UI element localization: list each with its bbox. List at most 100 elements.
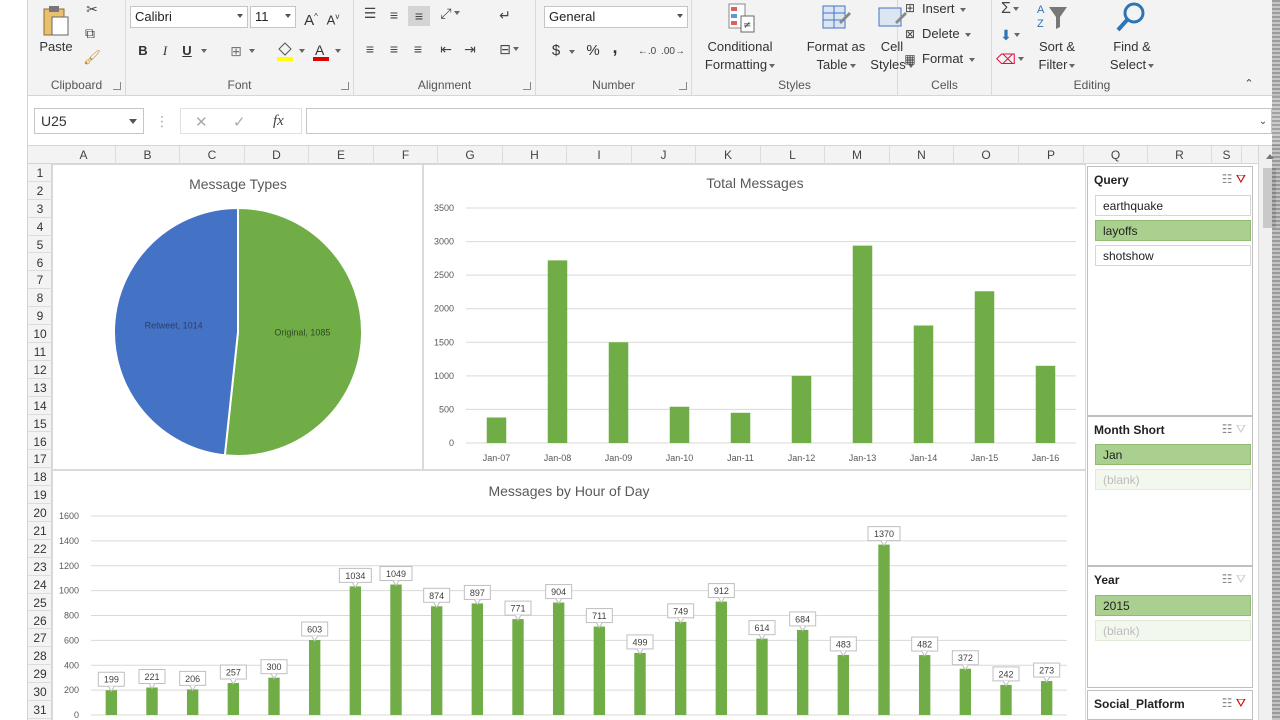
row-header[interactable]: 7 bbox=[28, 271, 52, 290]
bar[interactable] bbox=[1000, 684, 1012, 715]
clear-filter-icon[interactable]: ⛛ bbox=[1236, 696, 1246, 710]
multi-select-icon[interactable]: ☷ bbox=[1222, 172, 1233, 186]
fill-color-icon[interactable] bbox=[274, 40, 296, 62]
row-header[interactable]: 9 bbox=[28, 307, 52, 326]
fill-color-dropdown-icon[interactable] bbox=[296, 44, 306, 58]
italic-button[interactable]: I bbox=[156, 42, 174, 60]
row-header[interactable]: 21 bbox=[28, 522, 52, 540]
bar[interactable] bbox=[791, 375, 812, 443]
font-family-combo[interactable]: Calibri bbox=[130, 6, 248, 28]
slicer-item[interactable]: layoffs bbox=[1095, 220, 1251, 241]
bar[interactable] bbox=[430, 606, 443, 715]
autosum-icon[interactable]: Σ bbox=[996, 0, 1024, 18]
slicer-item[interactable]: shotshow bbox=[1095, 245, 1251, 266]
conditional-formatting-icon[interactable]: ≠ bbox=[726, 0, 756, 36]
slicer-year[interactable]: Year ☷ ⛛ 2015 (blank) bbox=[1087, 566, 1253, 688]
clear-filter-icon[interactable]: ⛛ bbox=[1236, 172, 1246, 186]
paste-icon[interactable] bbox=[38, 4, 72, 38]
bar[interactable] bbox=[796, 629, 809, 715]
row-header[interactable]: 2 bbox=[28, 182, 52, 200]
bar[interactable] bbox=[669, 406, 690, 443]
bar[interactable] bbox=[593, 626, 606, 715]
delete-icon[interactable]: ⊠ bbox=[902, 26, 918, 42]
column-header[interactable]: P bbox=[1019, 146, 1084, 164]
slicer-query[interactable]: Query ☷ ⛛ earthquake layoffs shotshow bbox=[1087, 166, 1253, 416]
bar[interactable] bbox=[512, 619, 524, 715]
bar[interactable] bbox=[308, 640, 321, 715]
column-header[interactable]: J bbox=[632, 146, 696, 164]
column-header[interactable]: L bbox=[761, 146, 825, 164]
row-header[interactable]: 6 bbox=[28, 254, 52, 272]
row-header[interactable]: 5 bbox=[28, 236, 52, 254]
slicer-month-short[interactable]: Month Short ☷ ⛛ Jan (blank) bbox=[1087, 416, 1253, 566]
row-header[interactable]: 31 bbox=[28, 701, 52, 719]
expand-formula-icon[interactable]: ⌄ bbox=[1256, 112, 1270, 130]
bar[interactable] bbox=[756, 638, 768, 715]
column-header[interactable]: G bbox=[438, 146, 503, 164]
decrease-indent-icon[interactable]: ⇤ bbox=[436, 40, 456, 58]
percent-button[interactable]: % bbox=[584, 42, 602, 60]
bar[interactable] bbox=[674, 621, 687, 715]
column-header[interactable]: Q bbox=[1084, 146, 1148, 164]
insert-icon[interactable]: ⊞ bbox=[902, 0, 918, 16]
sort-filter-icon[interactable]: AZ bbox=[1034, 0, 1070, 34]
row-header[interactable]: 28 bbox=[28, 647, 52, 666]
number-format-combo[interactable]: General bbox=[544, 6, 688, 28]
row-header[interactable]: 29 bbox=[28, 665, 52, 684]
shrink-font-button[interactable]: Av bbox=[324, 8, 342, 29]
row-header[interactable]: 25 bbox=[28, 594, 52, 612]
bar[interactable] bbox=[349, 586, 362, 715]
row-header[interactable]: 3 bbox=[28, 200, 52, 218]
column-header[interactable]: D bbox=[245, 146, 309, 164]
grow-font-button[interactable]: A^ bbox=[302, 8, 320, 30]
slicer-item[interactable]: (blank) bbox=[1095, 620, 1251, 641]
column-header[interactable]: H bbox=[503, 146, 567, 164]
format-icon[interactable]: ▦ bbox=[902, 51, 918, 67]
format-as-table-icon[interactable] bbox=[820, 0, 852, 36]
find-select-button[interactable]: Find & Select bbox=[1104, 38, 1160, 74]
bar[interactable] bbox=[608, 342, 629, 443]
chart-total-messages[interactable]: Total Messages 0 500 1000 1500 2000 2500 3000 35… bbox=[423, 164, 1086, 470]
fill-icon[interactable]: ⬇ bbox=[996, 26, 1024, 44]
bar[interactable] bbox=[471, 603, 484, 715]
align-left-icon[interactable]: ≡ bbox=[360, 40, 380, 58]
bar[interactable] bbox=[878, 544, 890, 715]
row-header[interactable]: 22 bbox=[28, 540, 52, 558]
paste-button[interactable]: Paste bbox=[36, 38, 76, 56]
column-header[interactable]: N bbox=[890, 146, 954, 164]
insert-button[interactable]: Insert bbox=[922, 0, 988, 18]
slicer-item[interactable]: earthquake bbox=[1095, 195, 1251, 216]
column-header[interactable]: S bbox=[1212, 146, 1242, 164]
formula-input[interactable] bbox=[306, 108, 1272, 134]
row-header[interactable]: 12 bbox=[28, 361, 52, 379]
row-header[interactable]: 24 bbox=[28, 576, 52, 594]
clear-filter-icon[interactable]: ⛛ bbox=[1236, 422, 1246, 436]
bar[interactable] bbox=[1040, 681, 1053, 715]
orientation-icon[interactable]: ⤢ bbox=[438, 4, 462, 22]
merge-center-icon[interactable]: ⊟ bbox=[494, 40, 524, 58]
bar[interactable] bbox=[634, 652, 646, 715]
row-header[interactable]: 27 bbox=[28, 629, 52, 648]
collapse-ribbon-icon[interactable]: ⌃ bbox=[1242, 76, 1256, 90]
cut-icon[interactable]: ✂ bbox=[82, 0, 102, 18]
copy-icon[interactable]: ⧉ bbox=[80, 24, 100, 42]
worksheet-cells[interactable]: Message Types Retweet, 1014 Original, 1085… bbox=[52, 164, 1268, 720]
column-header[interactable]: F bbox=[374, 146, 438, 164]
column-header[interactable]: O bbox=[954, 146, 1019, 164]
pie-slice-retweet[interactable] bbox=[113, 206, 239, 457]
cancel-icon[interactable]: ✕ bbox=[195, 113, 208, 131]
bar[interactable] bbox=[105, 690, 118, 715]
bar[interactable] bbox=[913, 325, 934, 444]
row-header[interactable]: 30 bbox=[28, 683, 52, 701]
font-size-combo[interactable]: 11 bbox=[250, 6, 296, 28]
bar[interactable] bbox=[715, 601, 728, 715]
row-header[interactable]: 18 bbox=[28, 468, 52, 487]
font-launcher-icon[interactable] bbox=[341, 82, 349, 90]
decrease-decimal-icon[interactable]: .00→ bbox=[661, 42, 685, 60]
number-launcher-icon[interactable] bbox=[679, 82, 687, 90]
increase-decimal-icon[interactable]: ←.0 bbox=[636, 42, 658, 60]
multi-select-icon[interactable]: ☷ bbox=[1222, 422, 1233, 436]
find-select-icon[interactable] bbox=[1114, 0, 1148, 34]
row-header[interactable]: 17 bbox=[28, 450, 52, 469]
bar[interactable] bbox=[959, 668, 972, 715]
